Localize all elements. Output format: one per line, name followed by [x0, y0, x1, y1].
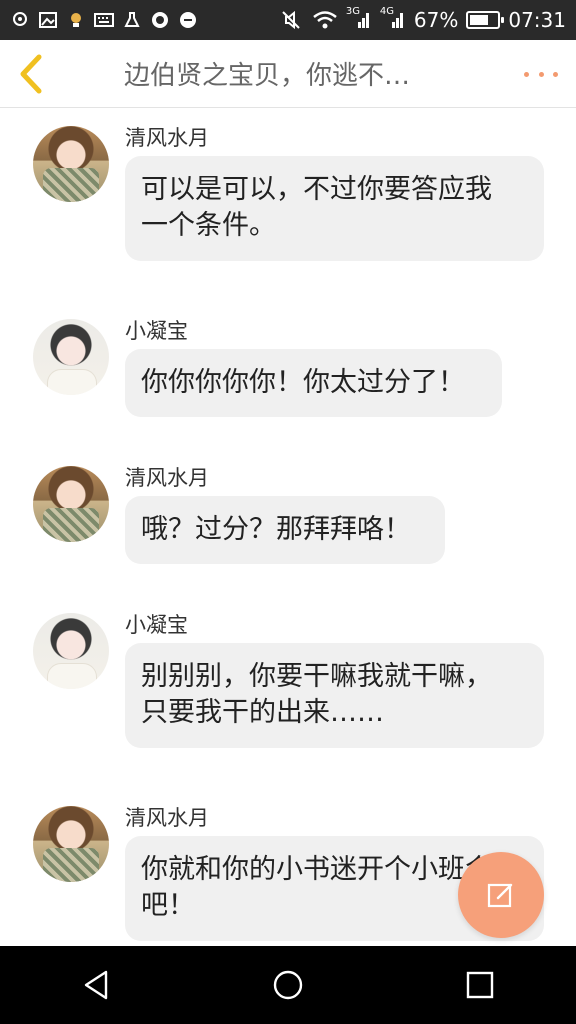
avatar[interactable]	[33, 806, 109, 882]
nav-home-button[interactable]	[258, 955, 318, 1015]
chevron-left-icon	[20, 54, 42, 93]
avatar[interactable]	[33, 466, 109, 542]
avatar[interactable]	[33, 613, 109, 689]
nav-recents-button[interactable]	[450, 955, 510, 1015]
location-icon	[10, 11, 30, 29]
signal-3g-icon: 3G	[346, 7, 372, 31]
nav-back-button[interactable]	[66, 955, 126, 1015]
message-bubble[interactable]: 哦？过分？那拜拜咯！	[125, 496, 445, 565]
sender-name: 小凝宝	[125, 613, 188, 637]
more-dot	[553, 71, 558, 77]
message-text: 你你你你你！你太过分了！	[141, 367, 465, 398]
message-text: 哦？过分？那拜拜咯！	[141, 514, 411, 545]
avatar[interactable]	[33, 319, 109, 395]
message-text: 可以是可以，不过你要答应我 一个条件。	[141, 174, 492, 242]
system-nav-bar	[0, 946, 576, 1024]
message-text: 别别别，你要干嘛我就干嘛， 只要我干的出来……	[141, 661, 492, 729]
bulb-icon	[66, 11, 86, 29]
message-bubble[interactable]: 你你你你你！你太过分了！	[125, 349, 502, 418]
battery-icon	[466, 11, 505, 29]
status-system: 3G 4G 67% 07:31	[278, 7, 566, 32]
compose-button[interactable]	[458, 852, 544, 938]
image-icon	[38, 11, 58, 29]
status-bar: 3G 4G 67% 07:31	[0, 0, 576, 40]
signal-4g-icon: 4G	[380, 7, 406, 31]
status-notifications	[10, 11, 198, 29]
battery-level	[470, 15, 488, 25]
more-dot	[538, 71, 544, 77]
lab-flask-icon	[122, 11, 142, 29]
more-dot	[524, 71, 529, 77]
sender-name: 清风水月	[125, 466, 209, 490]
sender-name: 清风水月	[125, 126, 209, 150]
mute-icon	[278, 9, 304, 31]
chat-header: 边伯贤之宝贝，你逃不…	[0, 40, 576, 108]
chat-app-icon	[178, 11, 198, 29]
compose-icon	[487, 883, 513, 908]
message-bubble[interactable]: 可以是可以，不过你要答应我 一个条件。	[125, 156, 544, 261]
sender-name: 清风水月	[125, 806, 209, 830]
message-bubble[interactable]: 别别别，你要干嘛我就干嘛， 只要我干的出来……	[125, 643, 544, 748]
back-button[interactable]	[0, 40, 60, 108]
keyboard-icon	[94, 11, 114, 29]
battery-percent: 67%	[413, 8, 459, 32]
app-badge-icon	[150, 11, 170, 29]
triangle-back-icon	[84, 970, 108, 1000]
chat-message-list[interactable]: 清风水月 可以是可以，不过你要答应我 一个条件。 小凝宝 你你你你你！你太过分了…	[0, 108, 576, 946]
page-title: 边伯贤之宝贝，你逃不…	[124, 61, 411, 91]
sender-name: 小凝宝	[125, 319, 188, 343]
wifi-icon	[312, 9, 338, 31]
avatar[interactable]	[33, 126, 109, 202]
square-recents-icon	[466, 971, 494, 999]
more-options-button[interactable]	[524, 64, 558, 84]
status-time: 07:31	[508, 8, 566, 32]
circle-home-icon	[273, 970, 303, 1000]
message-text: 你就和你的小书迷开个小班会 吧！	[141, 854, 492, 922]
